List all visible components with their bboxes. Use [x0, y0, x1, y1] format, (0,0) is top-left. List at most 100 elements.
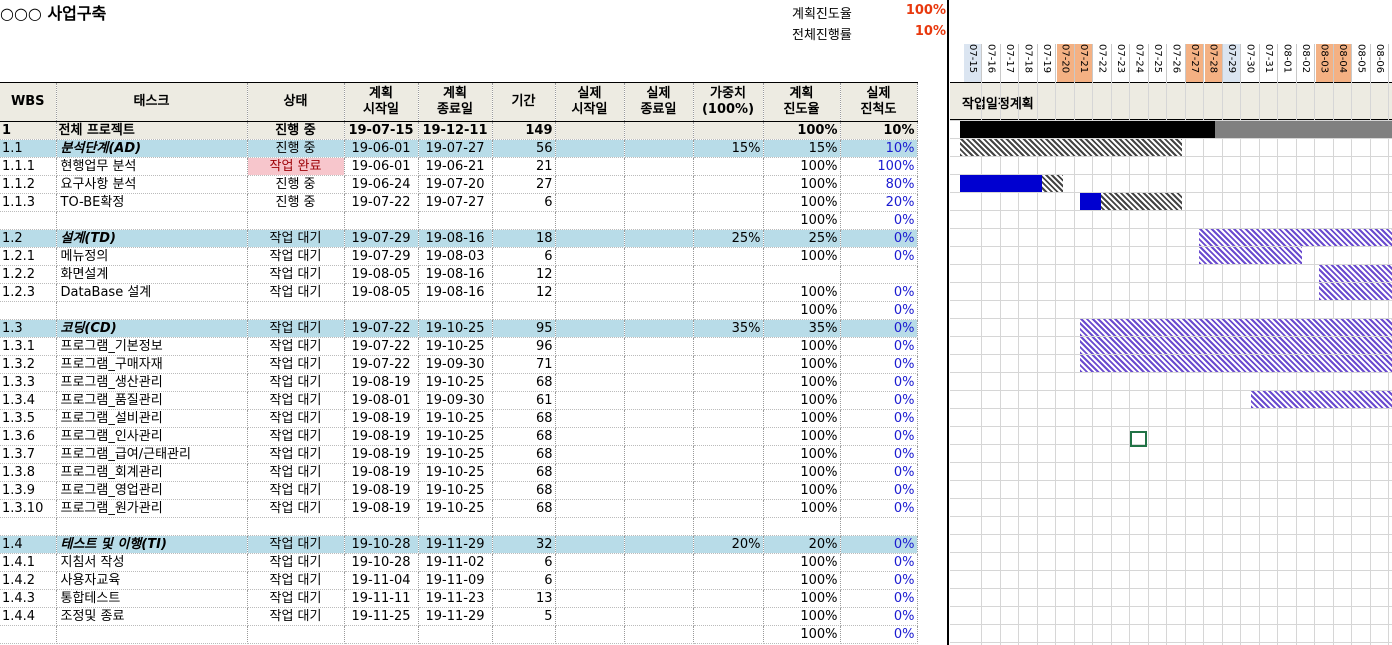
cell-dur[interactable]: 5	[492, 607, 556, 626]
cell-task[interactable]: 화면설계	[56, 265, 248, 284]
cell-wbs[interactable]: 1.3.5	[0, 409, 57, 428]
cell-as[interactable]	[555, 319, 625, 338]
cell-ae[interactable]	[624, 517, 694, 536]
cell-ap[interactable]: 20%	[840, 193, 918, 212]
cell-ae[interactable]	[624, 193, 694, 212]
column-header[interactable]: 계획 종료일	[418, 82, 493, 122]
cell-ps[interactable]: 19-08-19	[344, 427, 419, 446]
gantt-bar[interactable]	[1079, 193, 1183, 210]
cell-ae[interactable]	[624, 283, 694, 302]
cell-pe[interactable]: 19-10-25	[418, 499, 493, 518]
cell-ps[interactable]	[344, 211, 419, 230]
cell-pp[interactable]: 100%	[763, 391, 841, 410]
cell-ae[interactable]	[624, 553, 694, 572]
cell-pp[interactable]: 100%	[763, 499, 841, 518]
cell-wbs[interactable]	[0, 517, 57, 536]
cell-status[interactable]: 작업 대기	[247, 283, 345, 302]
cell-wbs[interactable]: 1.4.4	[0, 607, 57, 626]
cell-wbs[interactable]: 1.1.1	[0, 157, 57, 176]
cell-status[interactable]	[247, 211, 345, 230]
cell-pe[interactable]	[418, 301, 493, 320]
cell-ae[interactable]	[624, 121, 694, 140]
cell-as[interactable]	[555, 157, 625, 176]
cell-ap[interactable]: 0%	[840, 337, 918, 356]
cell-task[interactable]: 프로그램_생산관리	[56, 373, 248, 392]
cell-pe[interactable]: 19-10-25	[418, 409, 493, 428]
cell-w[interactable]	[693, 625, 764, 644]
cell-status[interactable]: 작업 대기	[247, 445, 345, 464]
cell-w[interactable]	[693, 391, 764, 410]
cell-wbs[interactable]: 1.3.9	[0, 481, 57, 500]
cell-dur[interactable]: 71	[492, 355, 556, 374]
cell-w[interactable]: 25%	[693, 229, 764, 248]
cell-ae[interactable]	[624, 265, 694, 284]
plan-progress-value[interactable]: 100%	[866, 3, 946, 18]
cell-dur[interactable]	[492, 301, 556, 320]
cell-ps[interactable]: 19-11-25	[344, 607, 419, 626]
cell-pp[interactable]: 15%	[763, 139, 841, 158]
cell-wbs[interactable]: 1.4.2	[0, 571, 57, 590]
column-header[interactable]: 상태	[247, 82, 345, 122]
cell-as[interactable]	[555, 517, 625, 536]
cell-pe[interactable]	[418, 211, 493, 230]
cell-ap[interactable]: 0%	[840, 247, 918, 266]
cell-task[interactable]	[56, 517, 248, 536]
cell-w[interactable]	[693, 355, 764, 374]
cell-task[interactable]	[56, 211, 248, 230]
cell-ae[interactable]	[624, 427, 694, 446]
cell-ps[interactable]: 19-08-19	[344, 409, 419, 428]
cell-status[interactable]: 작업 대기	[247, 481, 345, 500]
cell-as[interactable]	[555, 139, 625, 158]
cell-wbs[interactable]: 1.3.2	[0, 355, 57, 374]
cell-w[interactable]	[693, 157, 764, 176]
cell-task[interactable]: 요구사항 분석	[56, 175, 248, 194]
cell-ae[interactable]	[624, 139, 694, 158]
gantt-bar[interactable]	[1199, 229, 1392, 246]
gantt-bar[interactable]	[1079, 337, 1392, 354]
cell-pe[interactable]	[418, 625, 493, 644]
cell-wbs[interactable]: 1.4	[0, 535, 57, 554]
cell-pp[interactable]	[763, 265, 841, 284]
cell-w[interactable]	[693, 427, 764, 446]
cell-as[interactable]	[555, 391, 625, 410]
cell-task[interactable]: 프로그램_원가관리	[56, 499, 248, 518]
cell-wbs[interactable]: 1.3.7	[0, 445, 57, 464]
cell-task[interactable]: 지침서 작성	[56, 553, 248, 572]
cell-ap[interactable]	[840, 265, 918, 284]
cell-as[interactable]	[555, 283, 625, 302]
cell-wbs[interactable]: 1.3.8	[0, 463, 57, 482]
cell-status[interactable]: 진행 중	[247, 175, 345, 194]
cell-ps[interactable]: 19-08-19	[344, 481, 419, 500]
cell-dur[interactable]: 27	[492, 175, 556, 194]
cell-ap[interactable]: 0%	[840, 463, 918, 482]
cell-ap[interactable]: 100%	[840, 157, 918, 176]
cell-dur[interactable]	[492, 211, 556, 230]
cell-pe[interactable]: 19-10-25	[418, 463, 493, 482]
cell-as[interactable]	[555, 553, 625, 572]
cell-ps[interactable]: 19-08-01	[344, 391, 419, 410]
cell-as[interactable]	[555, 211, 625, 230]
cell-pp[interactable]: 100%	[763, 607, 841, 626]
cell-ae[interactable]	[624, 319, 694, 338]
cell-ps[interactable]: 19-08-19	[344, 373, 419, 392]
cell-ap[interactable]: 0%	[840, 427, 918, 446]
cell-pe[interactable]: 19-11-02	[418, 553, 493, 572]
cell-ae[interactable]	[624, 373, 694, 392]
cell-pp[interactable]: 100%	[763, 589, 841, 608]
cell-pp[interactable]: 100%	[763, 301, 841, 320]
cell-pe[interactable]: 19-12-11	[418, 121, 493, 140]
cell-pe[interactable]: 19-09-30	[418, 355, 493, 374]
cell-ae[interactable]	[624, 211, 694, 230]
cell-ae[interactable]	[624, 607, 694, 626]
cell-w[interactable]	[693, 175, 764, 194]
cell-task[interactable]: 프로그램_품질관리	[56, 391, 248, 410]
cell-ae[interactable]	[624, 625, 694, 644]
cell-w[interactable]	[693, 265, 764, 284]
cell-dur[interactable]: 6	[492, 571, 556, 590]
cell-dur[interactable]: 12	[492, 283, 556, 302]
cell-ps[interactable]: 19-08-05	[344, 283, 419, 302]
cell-ae[interactable]	[624, 589, 694, 608]
cell-w[interactable]	[693, 409, 764, 428]
cell-w[interactable]	[693, 553, 764, 572]
cell-dur[interactable]	[492, 517, 556, 536]
